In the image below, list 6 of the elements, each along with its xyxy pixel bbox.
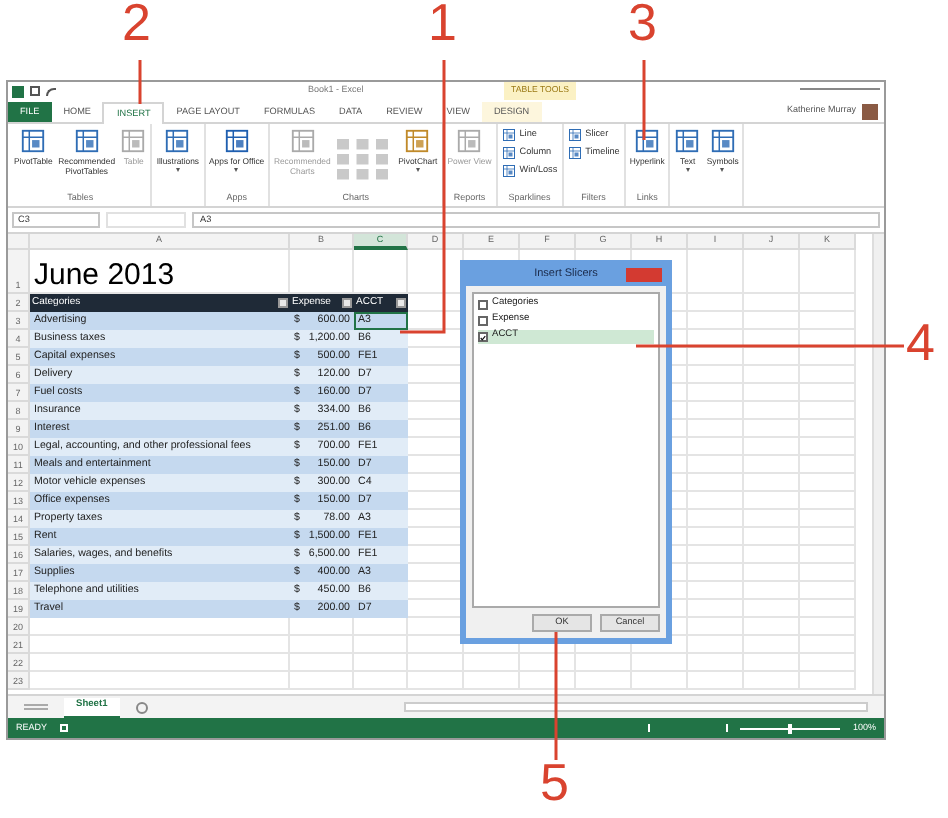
callout-number: 5 — [540, 756, 569, 808]
callout-number: 2 — [122, 0, 151, 48]
callout-number: 1 — [428, 0, 457, 48]
callout-number: 3 — [628, 0, 657, 48]
callout-number: 4 — [906, 316, 935, 368]
sheet-title: June 2013 — [34, 260, 175, 292]
